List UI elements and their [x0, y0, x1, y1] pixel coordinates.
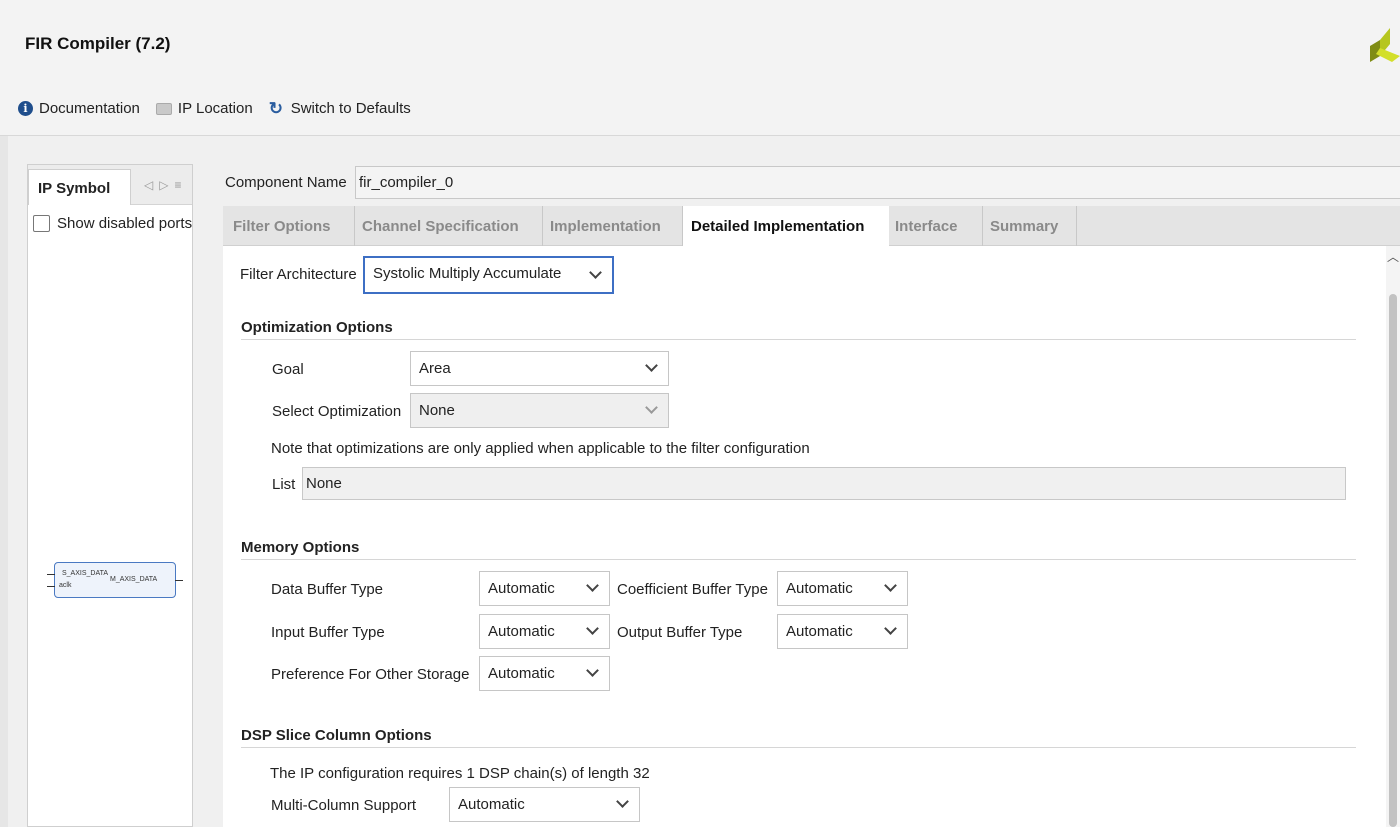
xilinx-logo — [1370, 28, 1400, 62]
coefficient-buffer-value: Automatic — [786, 580, 853, 597]
tab-ip-symbol[interactable]: IP Symbol — [28, 169, 131, 205]
select-optimization-value: None — [419, 402, 455, 419]
config-tabbar: Filter Options Channel Specification Imp… — [223, 206, 1400, 246]
chevron-down-icon — [589, 266, 602, 279]
tab-channel-specification[interactable]: Channel Specification — [355, 206, 543, 246]
filter-architecture-select[interactable]: Systolic Multiply Accumulate — [363, 256, 614, 294]
input-buffer-value: Automatic — [488, 623, 555, 640]
window-title: FIR Compiler (7.2) — [25, 34, 171, 53]
output-buffer-label: Output Buffer Type — [617, 624, 743, 641]
left-edge-strip — [0, 136, 8, 827]
scroll-up-icon[interactable]: ︿ — [1387, 248, 1399, 265]
show-disabled-ports[interactable]: Show disabled ports — [33, 215, 192, 232]
aclk-label: aclk — [59, 582, 72, 589]
optimization-divider — [241, 339, 1356, 340]
chevron-down-icon — [586, 579, 599, 592]
s-axis-pin — [47, 574, 55, 575]
multi-column-value: Automatic — [458, 796, 525, 813]
preference-storage-label: Preference For Other Storage — [271, 666, 470, 683]
content-scrollbar[interactable]: ︿ — [1386, 246, 1400, 827]
select-optimization-label: Select Optimization — [272, 403, 402, 420]
filter-architecture-label: Filter Architecture — [240, 266, 357, 283]
chevron-down-icon — [884, 579, 897, 592]
chevron-down-icon — [616, 795, 629, 808]
goal-label: Goal — [272, 361, 304, 378]
input-buffer-select[interactable]: Automatic — [479, 614, 610, 649]
show-disabled-label: Show disabled ports — [57, 215, 193, 232]
documentation-label: Documentation — [39, 100, 140, 117]
multi-column-label: Multi-Column Support — [271, 797, 417, 814]
optimization-note: Note that optimizations are only applied… — [271, 440, 810, 457]
s-axis-label: S_AXIS_DATA — [62, 570, 109, 577]
scroll-thumb[interactable] — [1389, 294, 1397, 827]
m-axis-pin — [175, 580, 183, 581]
optimization-options-title: Optimization Options — [241, 319, 393, 336]
chevron-down-icon — [884, 622, 897, 635]
data-buffer-label: Data Buffer Type — [271, 581, 384, 598]
data-buffer-value: Automatic — [488, 580, 555, 597]
ip-symbol-panel: IP Symbol ◁▷≡ Show disabled ports S_AXIS… — [27, 164, 193, 827]
memory-divider — [241, 559, 1356, 560]
data-buffer-select[interactable]: Automatic — [479, 571, 610, 606]
list-label: List — [272, 476, 296, 493]
detailed-implementation-content: Filter Architecture Systolic Multiply Ac… — [223, 246, 1386, 827]
multi-column-select[interactable]: Automatic — [449, 787, 640, 822]
goal-select[interactable]: Area — [410, 351, 669, 386]
dsp-options-title: DSP Slice Column Options — [241, 727, 432, 744]
preference-storage-value: Automatic — [488, 665, 555, 682]
select-optimization-select[interactable]: None — [410, 393, 669, 428]
tab-detailed-implementation[interactable]: Detailed Implementation — [683, 206, 889, 246]
chevron-down-icon — [586, 664, 599, 677]
preference-storage-select[interactable]: Automatic — [479, 656, 610, 691]
ip-block-symbol[interactable]: S_AXIS_DATA aclk M_AXIS_DATA — [47, 562, 183, 598]
panel-nav-icons[interactable]: ◁▷≡ — [144, 178, 187, 192]
chevron-down-icon — [645, 401, 658, 414]
tab-summary[interactable]: Summary — [983, 206, 1077, 246]
ip-location-button[interactable]: IP Location — [155, 100, 253, 117]
dsp-divider — [241, 747, 1356, 748]
coefficient-buffer-select[interactable]: Automatic — [777, 571, 908, 606]
ip-location-label: IP Location — [177, 100, 253, 117]
chevron-down-icon — [586, 622, 599, 635]
chevron-down-icon — [645, 359, 658, 372]
documentation-button[interactable]: i Documentation — [18, 100, 140, 117]
ip-panel-tabbar: IP Symbol ◁▷≡ — [28, 165, 192, 205]
component-name-label: Component Name — [225, 174, 347, 191]
memory-options-title: Memory Options — [241, 539, 360, 556]
header: FIR Compiler (7.2) i Documentation IP Lo… — [0, 0, 1400, 136]
switch-defaults-button[interactable]: ↻ Switch to Defaults — [268, 98, 411, 118]
folder-icon — [155, 102, 172, 115]
tab-filter-options[interactable]: Filter Options — [223, 206, 355, 246]
output-buffer-value: Automatic — [786, 623, 853, 640]
output-buffer-select[interactable]: Automatic — [777, 614, 908, 649]
tab-interface[interactable]: Interface — [889, 206, 983, 246]
tab-implementation[interactable]: Implementation — [543, 206, 683, 246]
goal-value: Area — [419, 360, 451, 377]
coefficient-buffer-label: Coefficient Buffer Type — [617, 581, 768, 598]
component-name-input[interactable]: fir_compiler_0 — [355, 166, 1400, 199]
info-icon: i — [18, 101, 33, 116]
config-panel: Component Name fir_compiler_0 Filter Opt… — [193, 164, 1400, 827]
list-field[interactable]: None — [302, 467, 1346, 500]
aclk-pin — [47, 586, 55, 587]
show-disabled-checkbox[interactable] — [33, 215, 50, 232]
input-buffer-label: Input Buffer Type — [271, 624, 385, 641]
switch-defaults-label: Switch to Defaults — [290, 100, 411, 117]
dsp-info: The IP configuration requires 1 DSP chai… — [270, 765, 650, 782]
m-axis-label: M_AXIS_DATA — [110, 576, 158, 583]
refresh-icon: ↻ — [268, 98, 283, 118]
toolbar: i Documentation IP Location ↻ Switch to … — [18, 100, 411, 117]
filter-architecture-value: Systolic Multiply Accumulate — [373, 265, 562, 282]
